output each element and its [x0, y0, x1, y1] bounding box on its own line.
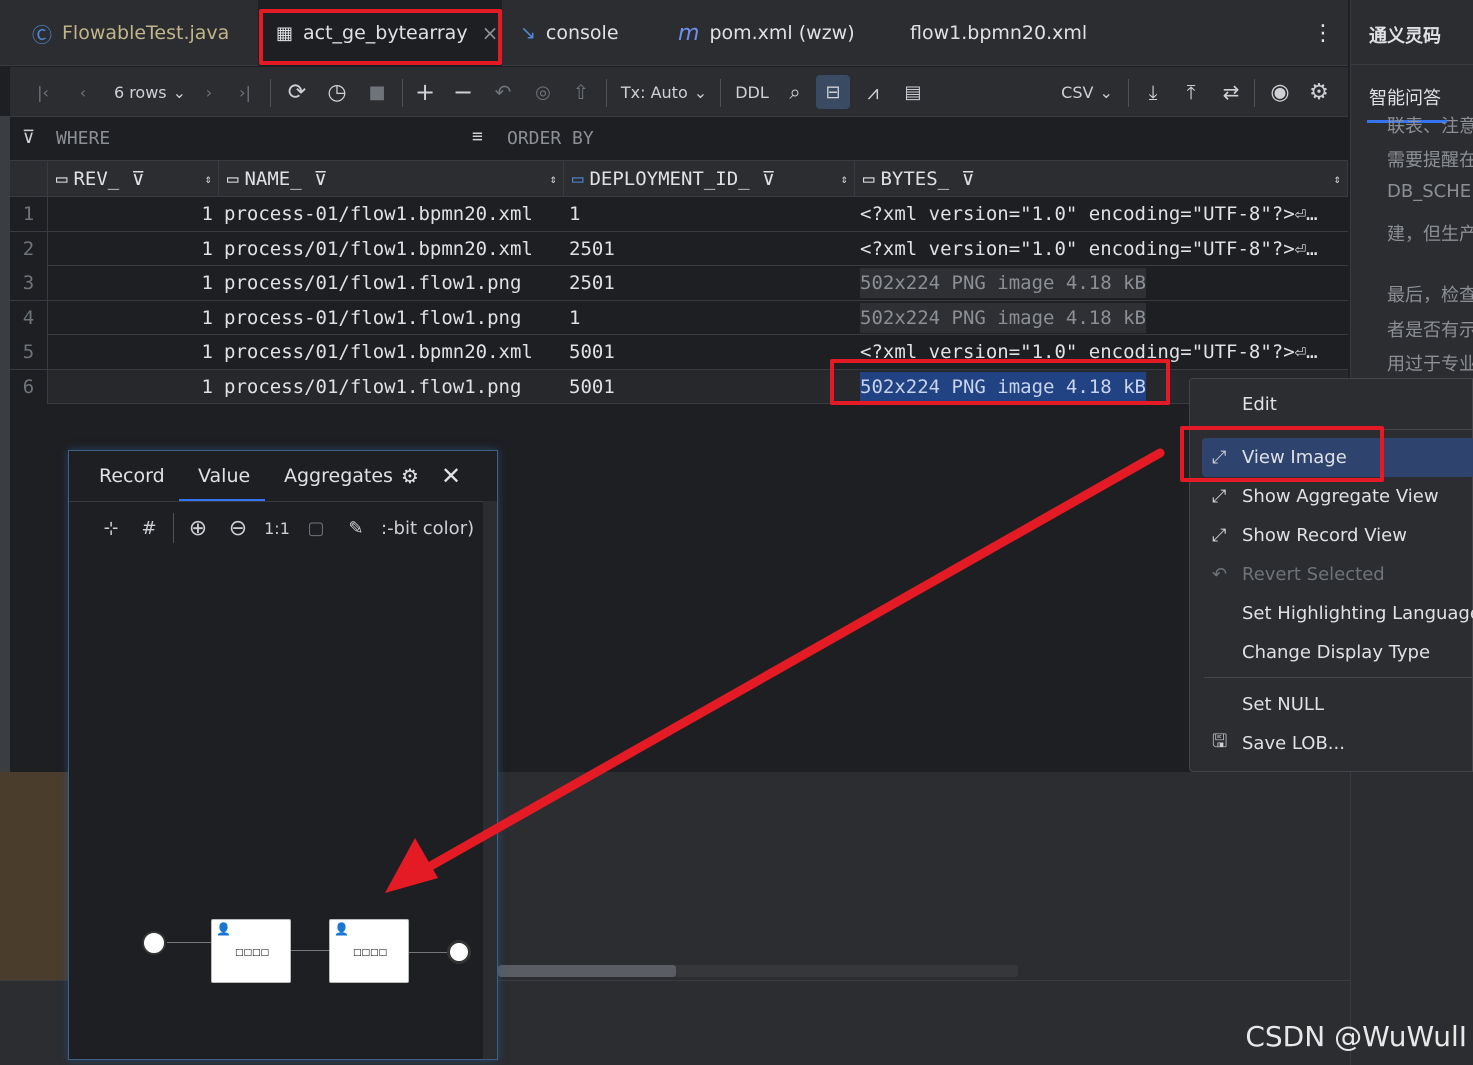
watermark: CSDN @WuWulI: [1245, 1020, 1467, 1053]
annotation-arrow: [385, 448, 1165, 893]
